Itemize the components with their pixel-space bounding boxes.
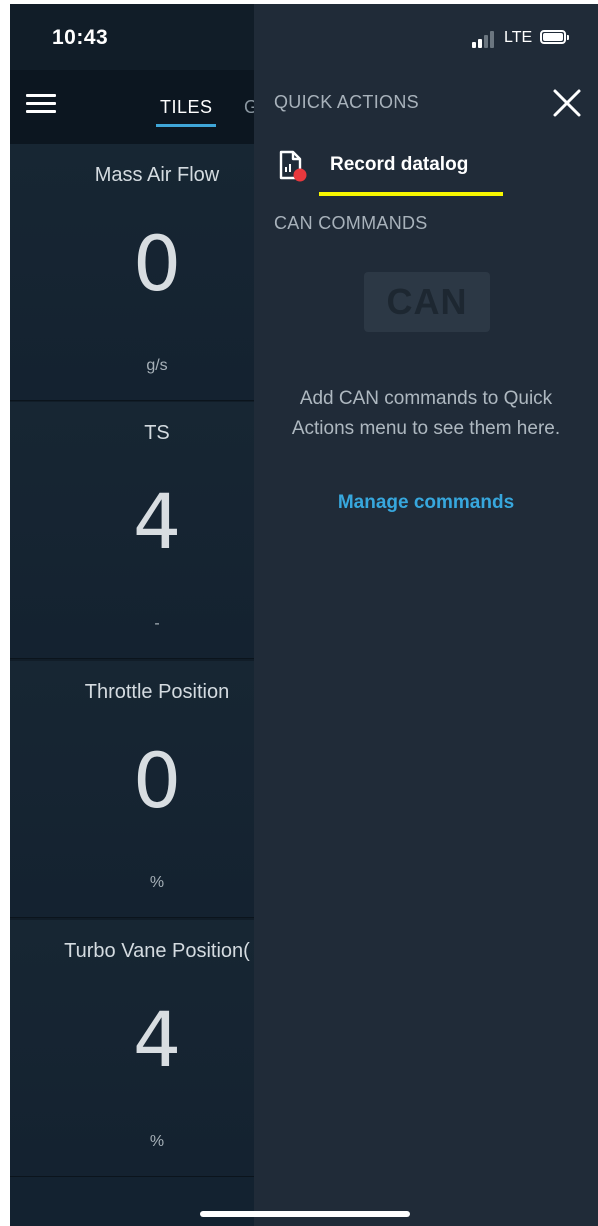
- record-datalog-label: Record datalog: [330, 154, 469, 175]
- status-bar: 10:43 LTE: [10, 4, 598, 70]
- close-icon[interactable]: [552, 88, 582, 118]
- can-placeholder-icon: CAN: [364, 272, 490, 332]
- quick-actions-panel: QUICK ACTIONS Record datalog CAN COMMAND…: [254, 4, 598, 1226]
- tile-turbo-vane-position[interactable]: Turbo Vane Position( 4 %: [10, 920, 254, 1177]
- home-indicator[interactable]: [200, 1211, 410, 1217]
- network-type: LTE: [504, 29, 533, 46]
- tile-ts[interactable]: TS 4 -: [10, 402, 254, 659]
- battery-icon: [540, 30, 569, 44]
- can-commands-heading: CAN COMMANDS: [274, 213, 428, 233]
- phone-screen: TILES G Mass Air Flow 0 g/s TS 4 - Throt…: [10, 4, 598, 1226]
- hamburger-menu-icon[interactable]: [26, 94, 56, 114]
- manage-commands-link[interactable]: Manage commands: [254, 492, 598, 514]
- highlight-underline: [319, 192, 503, 196]
- record-datalog-icon: [278, 150, 308, 184]
- empty-state-message: Add CAN commands to Quick Actions menu t…: [291, 388, 561, 439]
- tab-active-indicator: [156, 124, 216, 127]
- tab-tiles[interactable]: TILES: [160, 97, 213, 118]
- clock: 10:43: [52, 26, 109, 49]
- record-datalog-button[interactable]: Record datalog: [276, 148, 536, 190]
- tile-partial: [10, 1177, 254, 1226]
- tile-mass-air-flow[interactable]: Mass Air Flow 0 g/s: [10, 144, 254, 401]
- tile-throttle-position[interactable]: Throttle Position 0 %: [10, 661, 254, 918]
- dashboard-background: TILES G Mass Air Flow 0 g/s TS 4 - Throt…: [10, 4, 258, 1226]
- quick-actions-heading: QUICK ACTIONS: [274, 92, 419, 112]
